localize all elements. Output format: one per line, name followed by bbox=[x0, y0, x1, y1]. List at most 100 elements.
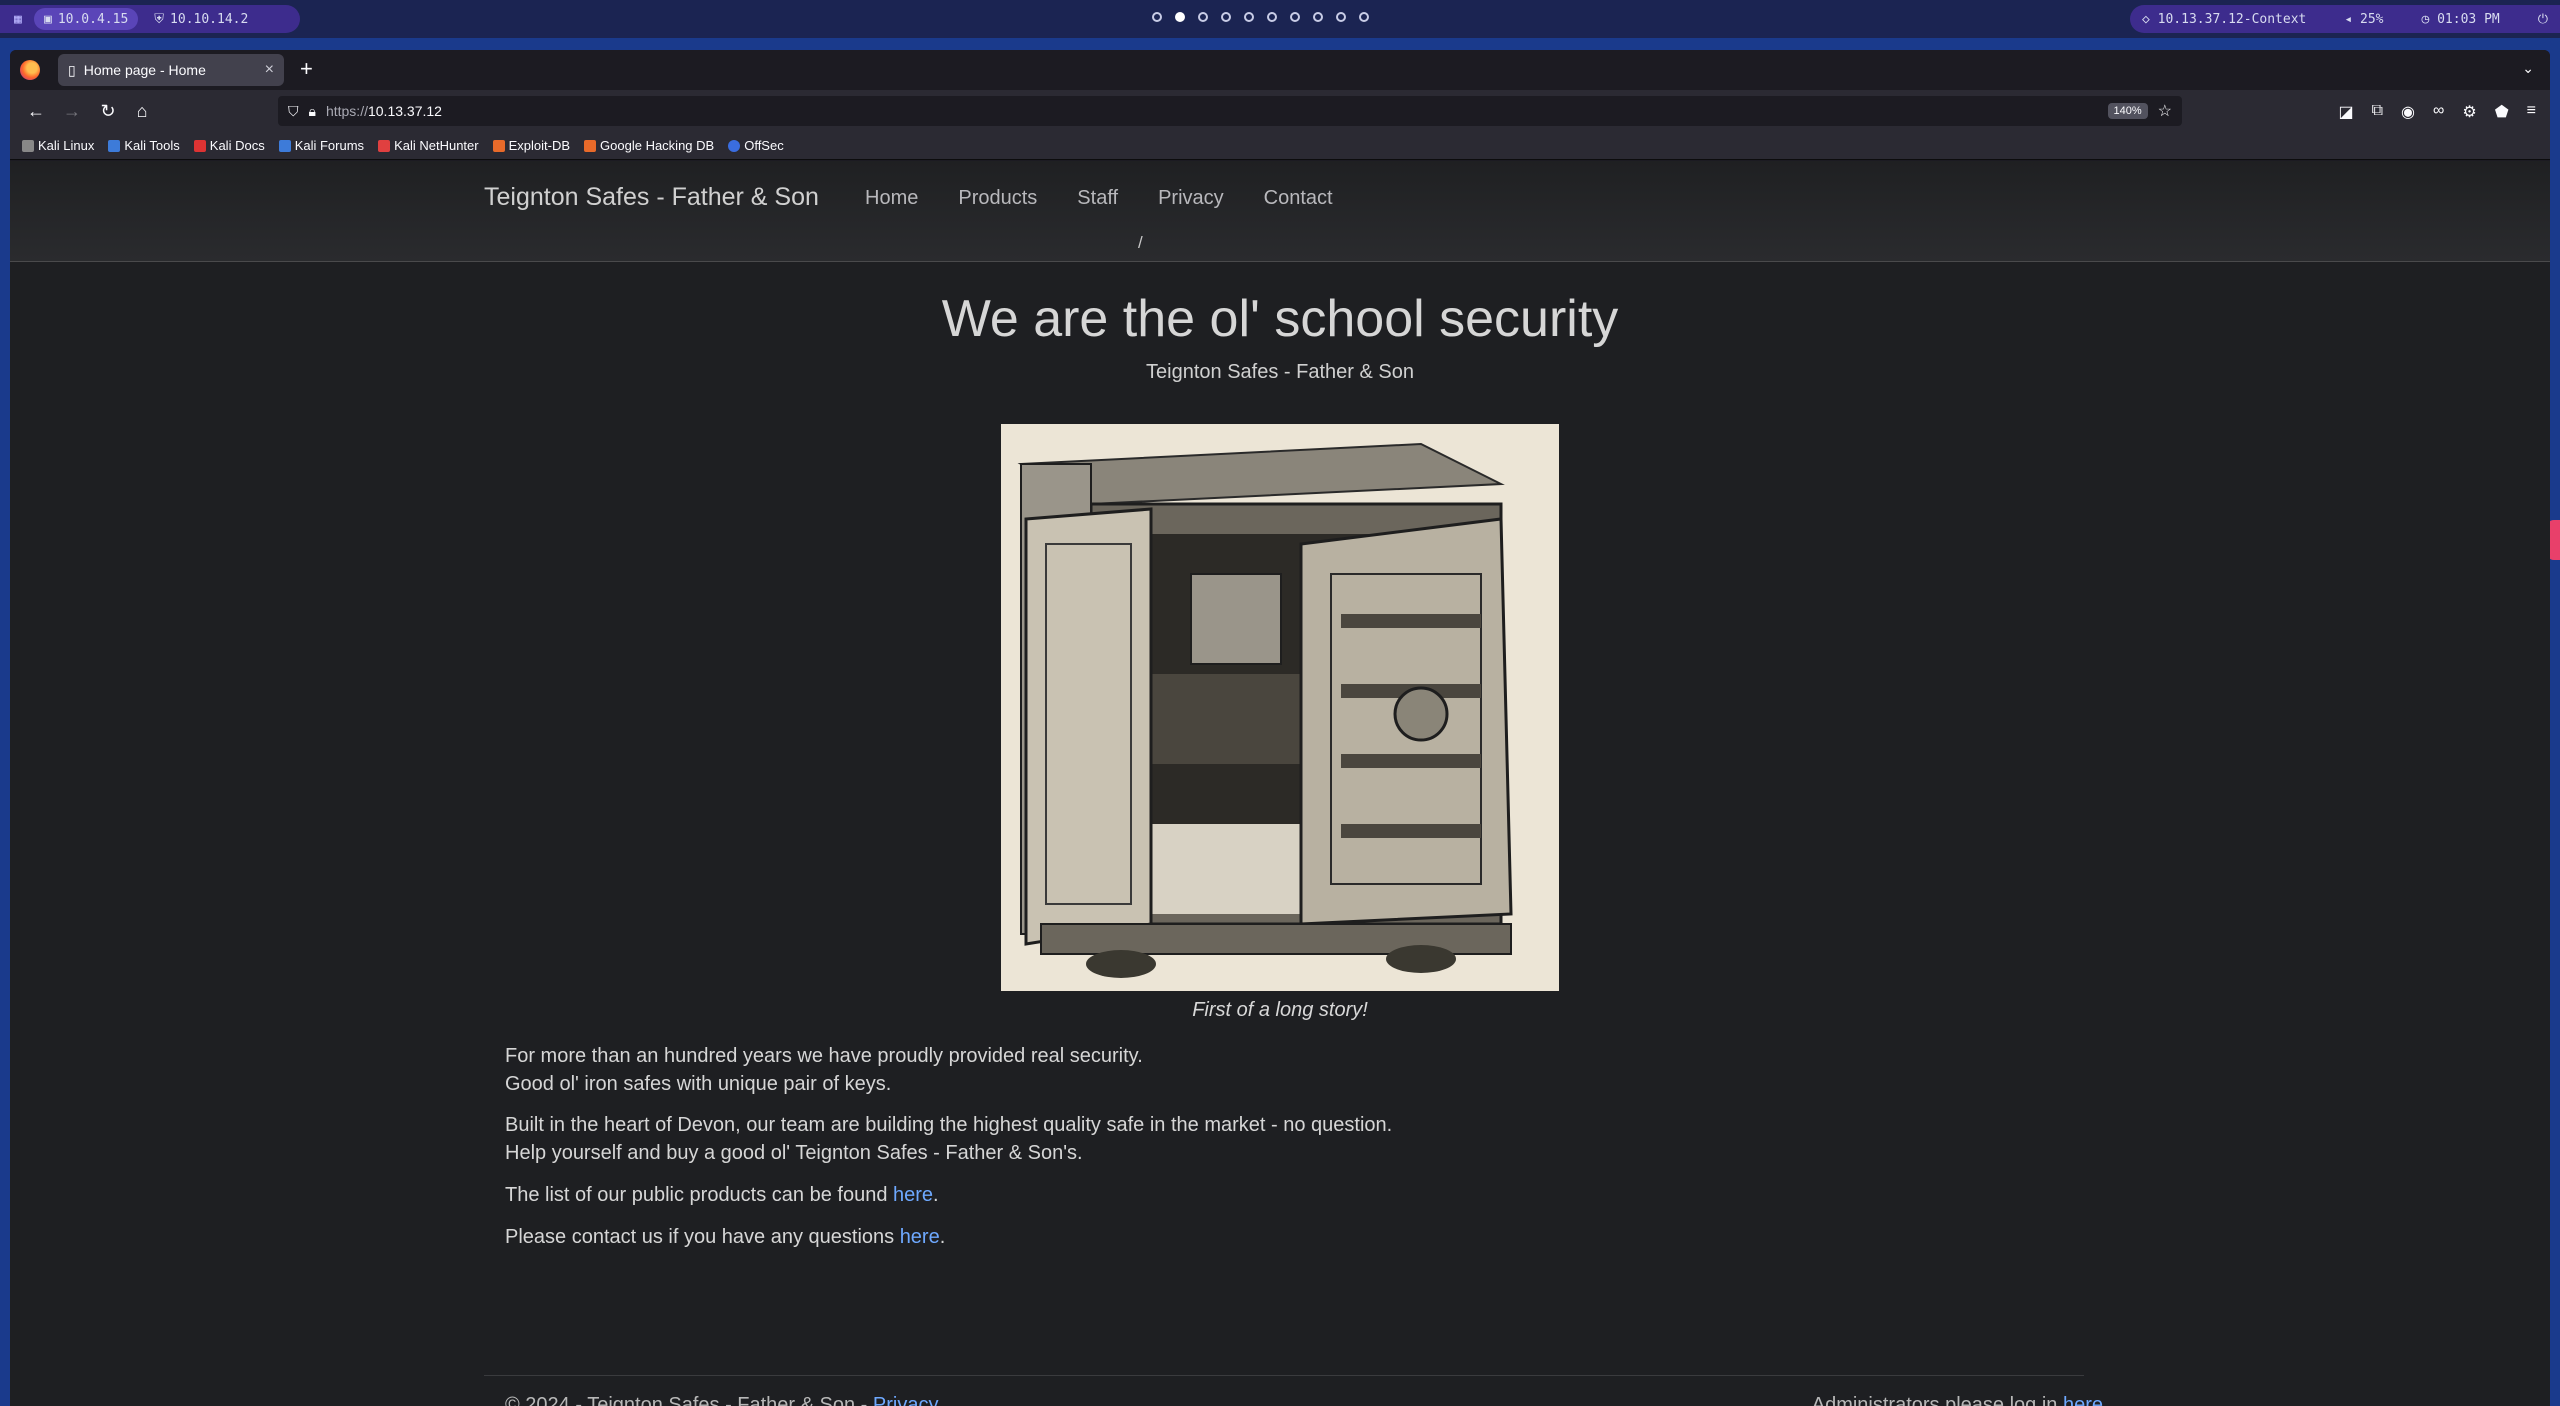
footer-copyright: © 2024 - Teignton Safes - Father & Son -… bbox=[505, 1394, 938, 1406]
site-brand[interactable]: Teignton Safes - Father & Son bbox=[484, 183, 819, 212]
addon-icon[interactable]: ◉ bbox=[2401, 102, 2415, 122]
back-icon[interactable]: ← bbox=[24, 100, 48, 122]
volume-label: 25% bbox=[2360, 11, 2384, 27]
url-bar[interactable]: ⛉ 🔒︎ https://10.13.37.12 140% ☆ bbox=[278, 96, 2182, 126]
clock-label: 01:03 PM bbox=[2437, 11, 2500, 27]
menu-home[interactable]: Home bbox=[865, 187, 918, 210]
menu-contact[interactable]: Contact bbox=[1264, 187, 1333, 210]
intro-line-1: For more than an hundred years we have p… bbox=[505, 1045, 1143, 1067]
contact-link[interactable]: here bbox=[900, 1226, 940, 1248]
products-text: The list of our public products can be f… bbox=[505, 1184, 894, 1206]
monitor-icon: ▣ bbox=[44, 11, 52, 27]
kali-tools-icon bbox=[108, 139, 121, 152]
image-caption: First of a long story! bbox=[1192, 999, 1368, 1021]
reload-icon[interactable]: ↻ bbox=[96, 100, 120, 122]
pocket-icon[interactable]: ◪ bbox=[2338, 102, 2353, 122]
site-navbar: Teignton Safes - Father & Son Home Produ… bbox=[10, 161, 2550, 262]
hero-subtitle: Teignton Safes - Father & Son bbox=[1146, 361, 1414, 383]
status-pill: ◇ 10.13.37.12-Context ◂ 25% ◷ 01:03 PM ⏻ bbox=[2130, 5, 2560, 33]
firefox-icon[interactable] bbox=[20, 60, 40, 80]
bookmark-google-hacking-db[interactable]: Google Hacking DB bbox=[584, 138, 714, 153]
url-text[interactable]: https://10.13.37.12 bbox=[326, 103, 442, 119]
workspace-pill: ▦ ▣ 10.0.4.15 ⛨ 10.10.14.2 bbox=[0, 5, 300, 33]
site-menu: Home Products Staff Privacy Contact bbox=[865, 187, 1333, 210]
glasses-icon[interactable]: ∞ bbox=[2433, 102, 2444, 122]
forward-icon[interactable]: → bbox=[60, 100, 84, 122]
offsec-icon bbox=[728, 139, 741, 152]
bookmark-label: Kali NetHunter bbox=[394, 138, 479, 153]
nethunter-icon bbox=[378, 139, 391, 152]
breadcrumb: / bbox=[1138, 233, 1143, 252]
intro-line-2: Good ol' iron safes with unique pair of … bbox=[505, 1073, 892, 1095]
intro-paragraph: For more than an hundred years we have p… bbox=[505, 1042, 1143, 1098]
list-tabs-icon[interactable]: ⌄ bbox=[2522, 60, 2534, 77]
new-tab-icon[interactable]: + bbox=[300, 58, 313, 80]
hero-title: We are the ol' school security bbox=[941, 290, 1619, 348]
menu-privacy[interactable]: Privacy bbox=[1158, 187, 1224, 210]
desktop-dot[interactable] bbox=[1221, 12, 1231, 22]
home-icon[interactable]: ⌂ bbox=[130, 100, 154, 122]
bookmark-label: Exploit-DB bbox=[508, 138, 571, 153]
bookmark-offsec[interactable]: OffSec bbox=[728, 138, 784, 153]
bookmark-kali-forums[interactable]: Kali Forums bbox=[278, 138, 365, 153]
bookmark-kali-docs[interactable]: Kali Docs bbox=[193, 138, 265, 153]
bookmark-kali-linux[interactable]: Kali Linux bbox=[22, 138, 94, 153]
target-indicator[interactable]: ◇ 10.13.37.12-Context bbox=[2142, 12, 2306, 27]
desktop-dot[interactable] bbox=[1336, 12, 1346, 22]
menu-products[interactable]: Products bbox=[958, 187, 1037, 210]
bookmark-label: Google Hacking DB bbox=[600, 138, 715, 153]
tracking-shield-icon[interactable]: ⛉ bbox=[288, 103, 299, 120]
desktop-dot[interactable] bbox=[1313, 12, 1323, 22]
bookmark-star-icon[interactable]: ☆ bbox=[2158, 101, 2172, 121]
kali-docs-icon bbox=[193, 139, 206, 152]
about-paragraph: Built in the heart of Devon, our team ar… bbox=[505, 1111, 1392, 1167]
page-icon: ▯ bbox=[68, 61, 76, 78]
tab-title: Home page - Home bbox=[83, 62, 206, 78]
clock[interactable]: ◷ 01:03 PM bbox=[2421, 12, 2499, 27]
exploit-db-icon bbox=[492, 139, 505, 152]
kali-icon bbox=[22, 139, 34, 152]
footer-admin: Administrators please log in here bbox=[1812, 1394, 2103, 1406]
desktop-indicators bbox=[1152, 12, 1369, 22]
ghdb-icon bbox=[584, 139, 597, 152]
period: . bbox=[939, 1226, 946, 1248]
system-top-bar: ▦ ▣ 10.0.4.15 ⛨ 10.10.14.2 ◇ 10.13.37.12-C… bbox=[0, 0, 2560, 38]
desktop-dot[interactable] bbox=[1244, 12, 1254, 22]
desktop-dot[interactable] bbox=[1290, 12, 1300, 22]
products-link[interactable]: here bbox=[893, 1184, 933, 1206]
desktop-dot-active[interactable] bbox=[1175, 12, 1185, 22]
admin-login-link[interactable]: here bbox=[2063, 1394, 2103, 1406]
menu-staff[interactable]: Staff bbox=[1077, 187, 1118, 210]
addon-purple-icon[interactable]: ⬟ bbox=[2495, 102, 2509, 122]
footer-privacy-link[interactable]: Privacy bbox=[873, 1394, 939, 1406]
about-line-2: Help yourself and buy a good ol' Teignto… bbox=[505, 1142, 1083, 1164]
bookmark-kali-tools[interactable]: Kali Tools bbox=[108, 138, 180, 153]
settings-icon[interactable]: ⚙ bbox=[2462, 102, 2476, 122]
extensions-icon[interactable]: ⧉ bbox=[2372, 102, 2383, 122]
apps-grid-icon[interactable]: ▦ bbox=[14, 12, 28, 27]
volume-indicator[interactable]: ◂ 25% bbox=[2344, 12, 2383, 27]
about-line-1: Built in the heart of Devon, our team ar… bbox=[505, 1114, 1393, 1136]
workspace-2-label: 10.10.14.2 bbox=[170, 11, 249, 27]
desktop-dot[interactable] bbox=[1359, 12, 1369, 22]
url-host: 10.13.37.12 bbox=[367, 103, 442, 119]
bookmarks-bar: Kali Linux Kali Tools Kali Docs Kali For… bbox=[10, 132, 2550, 160]
copyright-text: © 2024 - Teignton Safes - Father & Son - bbox=[505, 1394, 873, 1406]
menu-icon[interactable]: ≡ bbox=[2527, 102, 2536, 122]
admin-text: Administrators please log in bbox=[1811, 1394, 2063, 1406]
desktop-dot[interactable] bbox=[1267, 12, 1277, 22]
workspace-2[interactable]: ⛨ 10.10.14.2 bbox=[144, 8, 258, 30]
close-tab-icon[interactable]: × bbox=[265, 61, 274, 79]
bookmark-label: Kali Forums bbox=[294, 138, 365, 153]
target-label: 10.13.37.12-Context bbox=[2157, 11, 2307, 27]
lock-icon[interactable]: 🔒︎ bbox=[309, 103, 316, 120]
workspace-1[interactable]: ▣ 10.0.4.15 bbox=[34, 8, 139, 30]
desktop-dot[interactable] bbox=[1198, 12, 1208, 22]
desktop-dot[interactable] bbox=[1152, 12, 1162, 22]
bookmark-kali-nethunter[interactable]: Kali NetHunter bbox=[378, 138, 479, 153]
zoom-badge[interactable]: 140% bbox=[2107, 103, 2148, 119]
tab-home-page[interactable]: ▯ Home page - Home × bbox=[58, 54, 284, 86]
bookmark-exploit-db[interactable]: Exploit-DB bbox=[492, 138, 571, 153]
browser-window: ▯ Home page - Home × + ⌄ ← → ↻ ⌂ ⛉ 🔒︎ ht… bbox=[10, 50, 2550, 1406]
power-icon[interactable]: ⏻ bbox=[2538, 12, 2548, 27]
